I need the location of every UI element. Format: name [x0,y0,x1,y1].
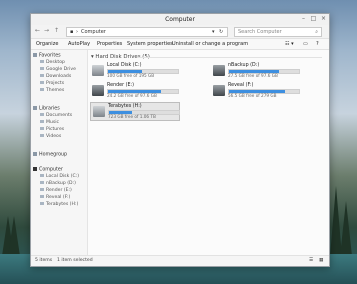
drive-free-space: 100 GB free of 195 GB [107,73,155,78]
sidebar-homegroup[interactable]: Homegroup [33,152,67,158]
folder-icon [40,81,44,84]
refresh-icon[interactable]: ↻ [219,29,223,35]
computer-icon [33,167,37,171]
star-icon [33,53,37,57]
properties-button[interactable]: Properties [97,41,122,47]
sidebar-computer[interactable]: Computer [33,167,63,173]
drive-name: Render (E:) [107,83,134,88]
sidebar-item-google-drive[interactable]: Google Drive [40,67,76,72]
selection-count: 1 item selected [57,258,93,263]
up-arrow-icon[interactable]: ↑ [53,27,60,35]
sidebar-item-themes[interactable]: Themes [40,88,64,93]
view-options-icon[interactable]: ☷ ▾ [285,41,294,47]
drive-free-space: 723 GB free of 1.06 TB [108,114,156,119]
search-input[interactable]: Search Computer ⌕ [234,27,322,37]
computer-icon: ▪ [70,29,74,35]
sidebar-item-music[interactable]: Music [40,120,59,125]
drive-free-space: 56.5 GB free of 279 GB [228,93,277,98]
preview-pane-icon[interactable]: ▭ [303,41,308,47]
help-icon[interactable]: ? [316,41,319,47]
window-title: Computer [165,16,195,23]
drive-icon [40,67,44,70]
sidebar-item-local-disk[interactable]: Local Disk (C:) [40,174,79,179]
address-bar[interactable]: ▪ › Computer ▾ ↻ [66,27,228,37]
desktop-icon [40,60,44,63]
details-view-icon[interactable]: ☰ [309,258,313,263]
homegroup-icon [33,152,37,156]
back-arrow-icon[interactable]: ← [34,27,41,35]
hard-drive-icon [93,106,105,117]
navigation-bar: ← → ↑ ▪ › Computer ▾ ↻ Search Computer ⌕ [31,25,329,38]
hard-drive-icon [40,202,44,205]
hard-drive-icon [40,195,44,198]
organize-button[interactable]: Organize [36,41,58,47]
navigation-pane: Favorites Desktop Google Drive Downloads… [31,50,88,256]
tiles-view-icon[interactable]: ▦ [319,258,323,263]
status-bar: 5 items 1 item selected ☰ ▦ [31,255,329,266]
sidebar-item-downloads[interactable]: Downloads [40,74,71,79]
sidebar-libraries[interactable]: Libraries [33,106,60,112]
pictures-icon [40,127,44,130]
videos-icon [40,134,44,137]
breadcrumb-chevron-icon[interactable]: › [76,29,78,35]
item-count: 5 items [35,258,53,263]
drive-tile-selected[interactable]: Terabytes (H:) 723 GB free of 1.06 TB [90,102,180,121]
autoplay-button[interactable]: AutoPlay [68,41,90,47]
drive-name: Reveal (F:) [228,83,254,88]
library-icon [33,106,37,110]
drive-tile[interactable]: Reveal (F:) 56.5 GB free of 279 GB [211,82,300,99]
drive-tile[interactable]: nBackup (D:) 27.5 GB free of 97.6 GB [211,62,300,79]
search-icon: ⌕ [315,29,318,35]
hard-drive-icon [213,85,225,96]
sidebar-item-documents[interactable]: Documents [40,113,72,118]
explorer-window: Computer – □ × ← → ↑ ▪ › Computer ▾ ↻ Se… [30,13,330,267]
sidebar-item-desktop[interactable]: Desktop [40,60,65,65]
drive-free-space: 24.2 GB free of 97.6 GB [107,93,157,98]
hard-drive-icon [40,188,44,191]
content-pane: ▾ Hard Disk Drives (5) Local Disk (C:) 1… [88,50,329,256]
sidebar-item-terabytes[interactable]: Terabytes (H:) [40,202,78,207]
minimize-button[interactable]: – [299,15,308,23]
hard-drive-icon [92,85,104,96]
drive-free-space: 27.5 GB free of 97.6 GB [228,73,278,78]
close-button[interactable]: × [319,15,328,23]
section-divider [137,57,322,58]
documents-icon [40,113,44,116]
drive-name: Terabytes (H:) [108,104,142,109]
address-dropdown-icon[interactable]: ▾ [212,29,215,35]
drive-name: Local Disk (C:) [107,63,142,68]
title-bar: Computer – □ × [31,14,329,25]
sidebar-favorites[interactable]: Favorites [33,53,61,59]
system-properties-button[interactable]: System properties [127,41,173,47]
sidebar-item-nbackup[interactable]: nBackup (D:) [40,181,76,186]
hard-drive-icon [40,181,44,184]
drive-name: nBackup (D:) [228,63,260,68]
forward-arrow-icon[interactable]: → [43,27,50,35]
hard-drive-icon [92,65,104,76]
uninstall-program-button[interactable]: Uninstall or change a program [172,41,248,47]
drive-tile[interactable]: Local Disk (C:) 100 GB free of 195 GB [90,62,179,79]
search-placeholder: Search Computer [238,29,282,35]
drive-tile[interactable]: Render (E:) 24.2 GB free of 97.6 GB [90,82,179,99]
sidebar-item-reveal[interactable]: Reveal (F:) [40,195,70,200]
sidebar-item-pictures[interactable]: Pictures [40,127,64,132]
breadcrumb-computer[interactable]: Computer [81,29,106,35]
hard-drive-icon [40,174,44,177]
downloads-icon [40,74,44,77]
maximize-button[interactable]: □ [309,15,318,23]
music-icon [40,120,44,123]
sidebar-item-render[interactable]: Render (E:) [40,188,72,193]
folder-icon [40,88,44,91]
command-bar: Organize AutoPlay Properties System prop… [31,38,329,50]
hard-drive-icon [213,65,225,76]
sidebar-item-projects[interactable]: Projects [40,81,64,86]
sidebar-item-videos[interactable]: Videos [40,134,61,139]
